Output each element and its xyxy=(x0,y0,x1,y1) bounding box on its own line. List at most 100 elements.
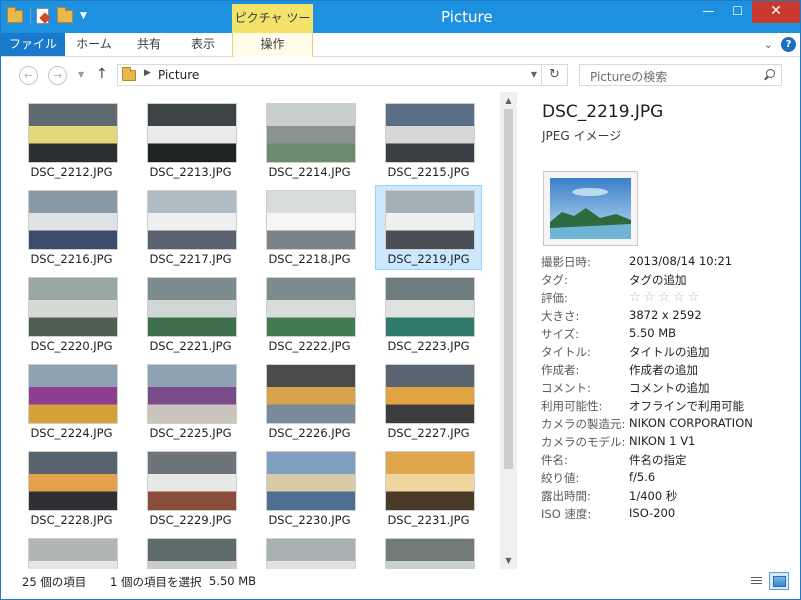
property-value[interactable]: ISO-200 xyxy=(629,506,675,520)
address-bar[interactable]: ▶ Picture ▼ xyxy=(117,64,542,86)
photo-thumbnail xyxy=(147,364,237,424)
property-row: 大きさ: 3872 x 2592 xyxy=(541,308,796,326)
search-icon[interactable] xyxy=(763,69,775,81)
property-key: 利用可能性: xyxy=(541,399,603,413)
file-tile[interactable]: DSC_2216.JPG xyxy=(18,185,125,270)
large-icons-view-button[interactable] xyxy=(769,572,789,590)
star-icon[interactable]: ☆ xyxy=(673,291,685,304)
star-icon[interactable]: ☆ xyxy=(688,291,700,304)
property-value[interactable]: オフラインで利用可能 xyxy=(629,398,744,414)
back-button[interactable]: ← xyxy=(19,66,38,85)
star-icon[interactable]: ☆ xyxy=(629,291,641,304)
file-tile[interactable] xyxy=(256,533,363,569)
property-row: コメント: コメントの追加 xyxy=(541,380,796,398)
file-name-label: DSC_2226.JPG xyxy=(268,426,351,440)
file-tile[interactable]: DSC_2223.JPG xyxy=(375,272,482,357)
file-tile[interactable]: DSC_2227.JPG xyxy=(375,359,482,444)
details-view-button[interactable] xyxy=(746,572,766,590)
file-tile[interactable]: DSC_2229.JPG xyxy=(137,446,244,531)
file-name-label: DSC_2223.JPG xyxy=(387,339,470,353)
address-dropdown-icon[interactable]: ▼ xyxy=(531,70,537,79)
tab-home[interactable]: ホーム xyxy=(65,33,123,56)
file-tile[interactable]: DSC_2221.JPG xyxy=(137,272,244,357)
file-tile[interactable] xyxy=(137,533,244,569)
file-tile[interactable] xyxy=(375,533,482,569)
property-row: 件名: 件名の指定 xyxy=(541,452,796,470)
file-tile[interactable]: DSC_2214.JPG xyxy=(256,98,363,183)
property-key: 件名: xyxy=(541,453,568,467)
property-key: コメント: xyxy=(541,381,591,395)
file-tile[interactable]: DSC_2228.JPG xyxy=(18,446,125,531)
up-button[interactable]: ↑ xyxy=(96,66,108,82)
property-value[interactable]: コメントの追加 xyxy=(629,380,710,396)
star-icon[interactable]: ☆ xyxy=(644,291,656,304)
property-value[interactable]: 5.50 MB xyxy=(629,326,676,340)
details-pane: DSC_2219.JPG JPEG イメージ 撮影日時: 2013/08/14 … xyxy=(518,92,800,569)
tab-view[interactable]: 表示 xyxy=(175,33,231,56)
photo-thumbnail xyxy=(147,190,237,250)
property-value[interactable]: NIKON CORPORATION xyxy=(629,416,753,430)
recent-locations-icon[interactable]: ▼ xyxy=(78,70,84,79)
scrollbar-thumb[interactable] xyxy=(504,109,513,469)
file-tile[interactable]: DSC_2226.JPG xyxy=(256,359,363,444)
folder-icon[interactable] xyxy=(7,7,25,24)
minimize-button[interactable]: — xyxy=(694,1,723,23)
help-icon[interactable]: ? xyxy=(781,37,796,52)
vertical-scrollbar[interactable]: ▲ ▼ xyxy=(500,92,517,569)
property-value[interactable]: 作成者の追加 xyxy=(629,362,698,378)
file-tile[interactable]: DSC_2222.JPG xyxy=(256,272,363,357)
chevron-right-icon[interactable]: ▶ xyxy=(144,68,151,78)
property-value[interactable]: 件名の指定 xyxy=(629,452,687,468)
file-tile[interactable]: DSC_2219.JPG xyxy=(375,185,482,270)
property-key: タグ: xyxy=(541,273,568,287)
property-value[interactable]: タグの追加 xyxy=(629,272,687,288)
close-button[interactable]: ✕ xyxy=(752,1,800,23)
search-placeholder: Pictureの検索 xyxy=(590,70,668,84)
file-tile[interactable]: DSC_2230.JPG xyxy=(256,446,363,531)
file-tile[interactable]: DSC_2217.JPG xyxy=(137,185,244,270)
property-value[interactable]: NIKON 1 V1 xyxy=(629,434,695,448)
photo-thumbnail xyxy=(266,277,356,337)
file-tile[interactable]: DSC_2213.JPG xyxy=(137,98,244,183)
customize-toolbar-icon[interactable]: ▼ xyxy=(80,11,87,21)
tab-manage[interactable]: 操作 xyxy=(232,33,313,57)
scroll-up-icon[interactable]: ▲ xyxy=(500,92,517,109)
property-value[interactable]: 1/400 秒 xyxy=(629,488,677,504)
ribbon-tabs: ファイル ホーム 共有 表示 操作 ⌄ ? xyxy=(1,33,800,57)
file-list[interactable]: DSC_2212.JPG DSC_2213.JPG DSC_2214.JPG DSC_… xyxy=(1,92,517,569)
new-folder-icon[interactable] xyxy=(57,7,75,24)
tab-file[interactable]: ファイル xyxy=(1,33,65,56)
file-name-label: DSC_2213.JPG xyxy=(149,165,232,179)
file-tile[interactable]: DSC_2220.JPG xyxy=(18,272,125,357)
tab-share[interactable]: 共有 xyxy=(123,33,175,56)
file-tile[interactable]: DSC_2225.JPG xyxy=(137,359,244,444)
status-bar: 25 個の項目 1 個の項目を選択 5.50 MB xyxy=(1,569,800,599)
property-value[interactable]: 3872 x 2592 xyxy=(629,308,702,322)
selected-file-name: DSC_2219.JPG xyxy=(542,102,664,122)
file-tile[interactable] xyxy=(18,533,125,569)
file-tile[interactable]: DSC_2215.JPG xyxy=(375,98,482,183)
forward-button[interactable]: → xyxy=(48,66,67,85)
properties-icon[interactable] xyxy=(36,8,54,24)
file-tile[interactable]: DSC_2224.JPG xyxy=(18,359,125,444)
search-input[interactable]: Pictureの検索 xyxy=(579,64,782,86)
expand-ribbon-icon[interactable]: ⌄ xyxy=(764,38,773,51)
scroll-down-icon[interactable]: ▼ xyxy=(500,552,517,569)
property-value[interactable]: f/5.6 xyxy=(629,470,655,484)
file-tile[interactable]: DSC_2231.JPG xyxy=(375,446,482,531)
file-name-label: DSC_2216.JPG xyxy=(30,252,113,266)
breadcrumb[interactable]: Picture xyxy=(158,68,199,82)
quick-access-toolbar: ▼ xyxy=(7,7,87,24)
refresh-button[interactable]: ↻ xyxy=(542,64,568,86)
rating-stars[interactable]: ☆ ☆ ☆ ☆ ☆ xyxy=(629,291,699,304)
star-icon[interactable]: ☆ xyxy=(658,291,670,304)
photo-thumbnail xyxy=(28,538,118,569)
file-tile[interactable]: DSC_2218.JPG xyxy=(256,185,363,270)
property-value[interactable]: タイトルの追加 xyxy=(629,344,710,360)
maximize-button[interactable]: ☐ xyxy=(723,1,752,23)
property-key: タイトル: xyxy=(541,345,591,359)
photo-thumbnail xyxy=(28,451,118,511)
property-value[interactable]: 2013/08/14 10:21 xyxy=(629,254,732,268)
photo-thumbnail xyxy=(385,190,475,250)
file-tile[interactable]: DSC_2212.JPG xyxy=(18,98,125,183)
